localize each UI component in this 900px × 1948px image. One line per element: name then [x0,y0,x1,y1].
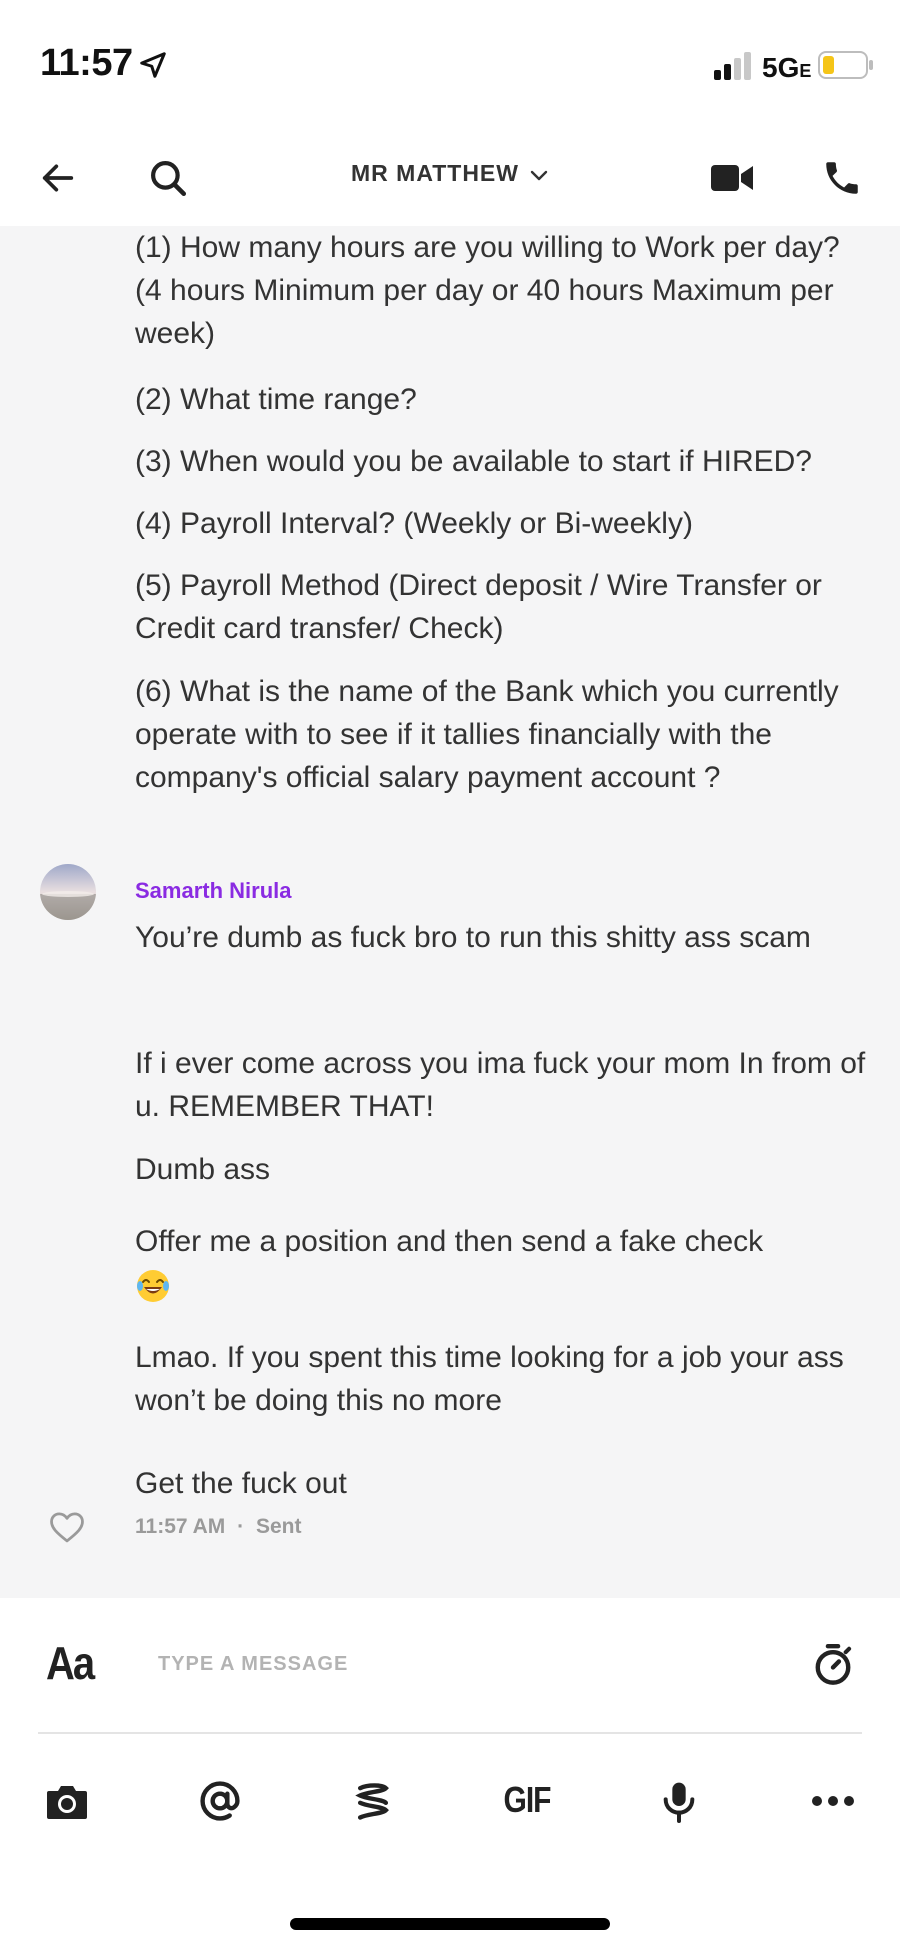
contact-name: MR MATTHEW [351,160,519,186]
avatar-image [40,864,96,920]
sent-message[interactable]: If i ever come across you ima fuck your … [135,1042,870,1128]
status-time: 11:57 [40,42,133,84]
message-time: 11:57 AM [135,1515,226,1538]
sent-message[interactable]: Lmao. If you spent this time looking for… [135,1336,870,1422]
voice-call-button[interactable] [814,150,870,206]
video-camera-icon [711,165,753,191]
sent-message-with-emoji[interactable]: Offer me a position and then send a fake… [135,1220,870,1306]
home-indicator [290,1918,610,1930]
message-text: (5) Payroll Method (Direct deposit / Wir… [135,569,822,645]
sent-message[interactable]: Get the fuck out [135,1462,870,1505]
message-thread[interactable]: (1) How many hours are you willing to Wo… [0,226,900,1598]
network-indicator: 5GE [762,52,811,84]
signal-strength-icon [714,52,751,80]
composer: Aa GIF [0,1598,900,1948]
message-text: (6) What is the name of the Bank which y… [135,675,839,794]
meta-separator: · [237,1515,245,1538]
heart-icon[interactable] [48,1510,86,1544]
face-with-tears-of-joy-icon [137,1270,169,1303]
message-input[interactable] [158,1634,778,1694]
gif-button[interactable]: GIF [500,1776,554,1826]
battery-icon [818,51,873,79]
video-call-button[interactable] [704,150,760,206]
phone-icon [826,162,858,194]
gif-label: GIF [503,1780,552,1821]
camera-button[interactable] [40,1776,94,1826]
message-text: (1) How many hours are you willing to Wo… [135,231,840,350]
network-subtype: E [799,61,812,81]
at-icon [200,1781,240,1821]
message-status: 11:57 AM · Sent [135,1515,301,1539]
snippet-button[interactable] [346,1776,400,1826]
voice-message-button[interactable] [652,1776,706,1826]
message-text: (3) When would you be available to start… [135,445,812,478]
microphone-icon [663,1782,695,1823]
sender-name: Samarth Nirula [135,878,292,903]
camera-icon [47,1786,87,1819]
location-arrow-icon [140,52,166,78]
sent-message[interactable]: You’re dumb as fuck bro to run this shit… [135,916,870,959]
status-bar: 11:57 5GE [0,0,900,130]
conversation-header: MR MATTHEW [0,130,900,226]
timer-icon[interactable] [812,1642,854,1686]
avatar[interactable] [40,864,96,920]
mention-button[interactable] [193,1776,247,1826]
message-text: (4) Payroll Interval? (Weekly or Bi-week… [135,507,693,540]
more-options-button[interactable] [806,1776,860,1826]
message-text: (2) What time range? [135,383,417,416]
contact-name-dropdown[interactable]: MR MATTHEW [0,160,900,187]
delivery-status: Sent [255,1515,302,1538]
sent-message: Offer me a position and then send a fake… [135,1225,764,1258]
text-format-button[interactable]: Aa [46,1639,95,1691]
chevron-down-icon [530,170,548,181]
more-icon [812,1796,854,1806]
network-type: 5G [762,52,800,83]
stack-icon [355,1783,389,1820]
composer-divider [38,1732,862,1734]
sent-message[interactable]: Dumb ass [135,1148,870,1191]
